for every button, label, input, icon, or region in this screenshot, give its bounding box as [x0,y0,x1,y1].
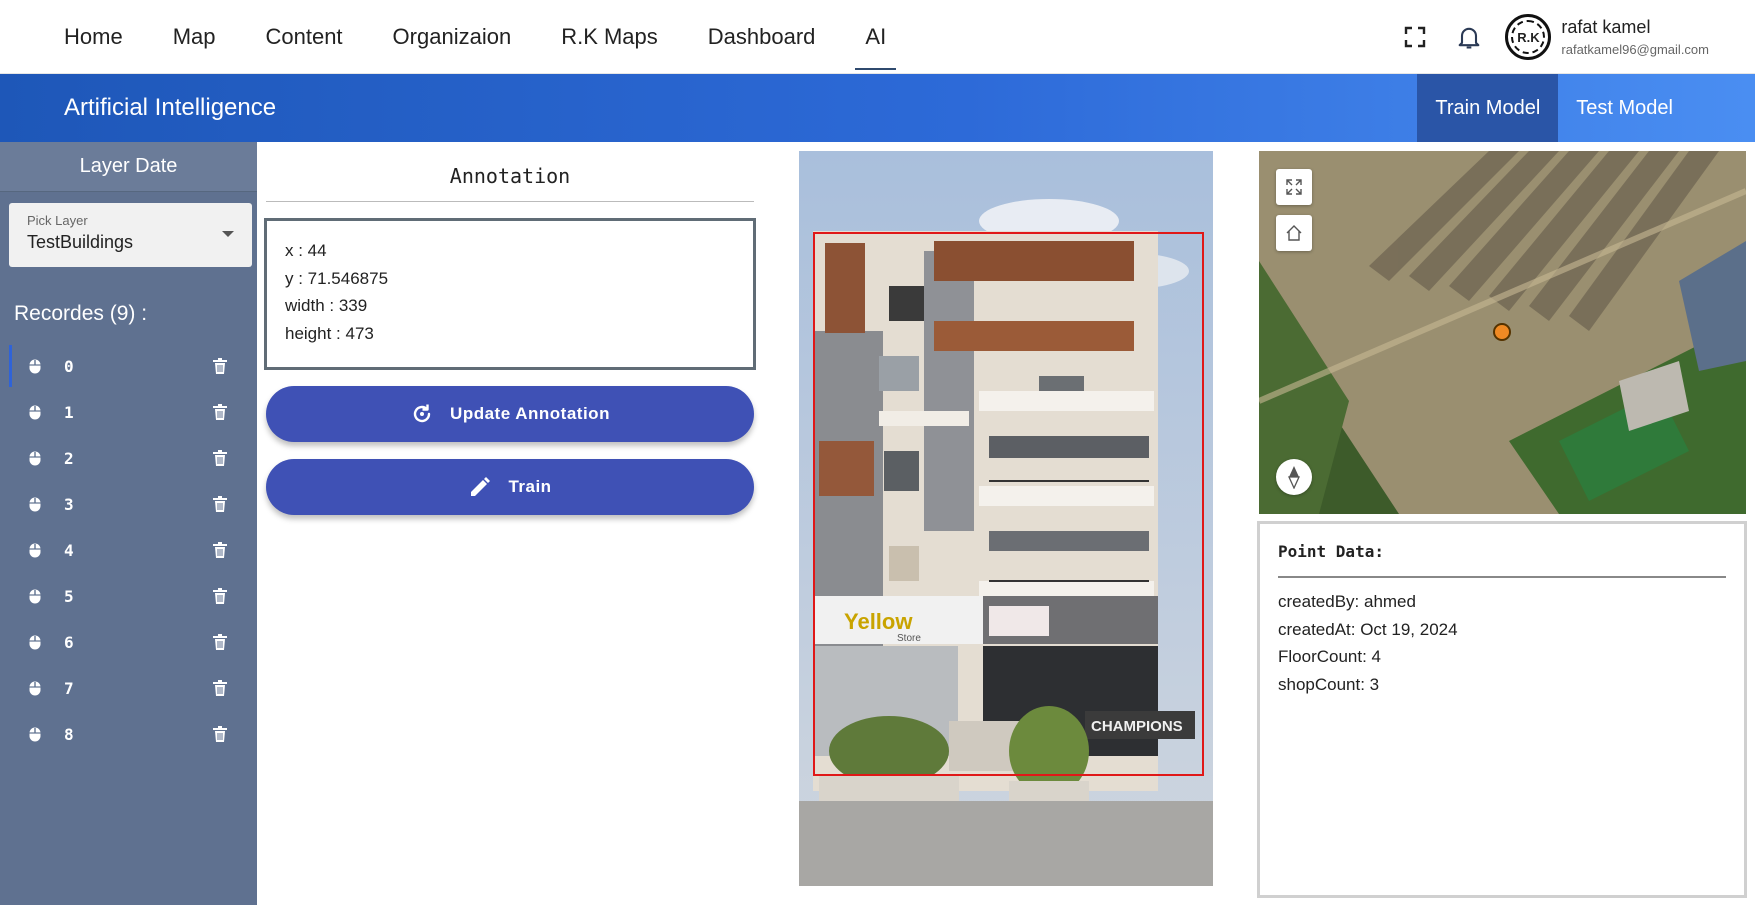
mouse-icon [29,451,41,466]
dropdown-arrow-icon [222,231,234,237]
record-label: 5 [64,586,74,606]
map-point-marker[interactable] [1493,323,1511,341]
bell-icon[interactable] [1451,19,1487,55]
avatar-initials: R.K [1517,29,1540,45]
trash-icon[interactable] [213,726,227,742]
trash-icon[interactable] [213,634,227,650]
trash-icon[interactable] [213,588,227,604]
yellow-store-sign: Yellow [844,609,913,634]
satellite-map[interactable] [1259,151,1746,514]
trash-icon[interactable] [213,680,227,696]
page-header: Artificial Intelligence Train Model Test… [0,74,1755,142]
mouse-icon [29,727,41,742]
record-item[interactable]: 2 [0,435,257,481]
nav-ai[interactable]: AI [845,0,906,74]
tab-test-model[interactable]: Test Model [1558,74,1755,142]
nav-map[interactable]: Map [153,0,236,74]
top-navbar: Home Map Content Organizaion R.K Maps Da… [0,0,1755,74]
nav-dashboard[interactable]: Dashboard [688,0,836,74]
compass-icon[interactable] [1276,459,1312,495]
records-title: Recordes (9) : [14,302,148,325]
trash-icon[interactable] [213,404,227,420]
record-label: 6 [64,632,74,652]
record-label: 8 [64,724,74,744]
record-item[interactable]: 6 [0,619,257,665]
record-item[interactable]: 4 [0,527,257,573]
yellow-store-subsign: Store [897,633,921,644]
point-floor-count: FloorCount: 4 [1278,647,1381,666]
records-list: 0 1 2 3 4 5 6 7 8 [0,343,257,757]
sidebar-title: Layer Date [0,142,257,192]
record-item[interactable]: 7 [0,665,257,711]
record-label: 1 [64,402,74,422]
user-info: rafat kamel rafatkamel96@gmail.com [1561,17,1709,57]
annotation-height: height : 473 [285,323,374,343]
mouse-icon [29,405,41,420]
annotation-title: Annotation [266,150,754,202]
building-photo[interactable]: Yellow Store CHAMPIONS [799,151,1213,886]
record-label: 3 [64,494,74,514]
tab-train-model[interactable]: Train Model [1417,74,1559,142]
trash-icon[interactable] [213,496,227,512]
trash-icon[interactable] [213,450,227,466]
mouse-icon [29,497,41,512]
record-label: 0 [64,356,74,376]
annotation-coordinates: x : 44 y : 71.546875 width : 339 height … [264,218,756,370]
nav-home[interactable]: Home [44,0,143,74]
building-image: Yellow Store CHAMPIONS [799,151,1213,886]
record-item[interactable]: 0 [0,343,257,389]
avatar[interactable]: R.K [1505,14,1552,60]
pick-layer-select[interactable]: Pick Layer TestBuildings [9,203,252,267]
point-shop-count: shopCount: 3 [1278,674,1380,694]
nav-organization[interactable]: Organizaion [373,0,532,74]
record-item[interactable]: 5 [0,573,257,619]
trash-icon[interactable] [213,542,227,558]
main-nav: Home Map Content Organizaion R.K Maps Da… [44,0,916,74]
point-data-list: createdBy: ahmed createdAt: Oct 19, 2024… [1278,592,1726,702]
trash-icon[interactable] [213,358,227,374]
user-email: rafatkamel96@gmail.com [1561,42,1709,57]
mouse-icon [29,589,41,604]
point-created-at: createdAt: Oct 19, 2024 [1278,619,1458,639]
pick-layer-label: Pick Layer [27,213,88,228]
record-item[interactable]: 3 [0,481,257,527]
point-data-panel: Point Data: createdBy: ahmed createdAt: … [1257,521,1747,898]
user-name: rafat kamel [1561,17,1651,37]
map-home-icon[interactable] [1276,215,1312,251]
refresh-icon [410,402,434,426]
train-label: Train [508,477,552,496]
update-annotation-button[interactable]: Update Annotation [266,386,754,442]
point-created-by: createdBy: ahmed [1278,592,1416,611]
annotation-x: x : 44 [285,241,327,260]
champions-sign: CHAMPIONS [1091,718,1183,735]
sidebar: Layer Date Pick Layer TestBuildings Reco… [0,142,257,905]
record-label: 7 [64,678,74,698]
record-item[interactable]: 1 [0,389,257,435]
pick-layer-value: TestBuildings [27,232,134,252]
record-label: 2 [64,448,74,468]
annotation-y: y : 71.546875 [285,268,389,288]
fullscreen-icon[interactable] [1397,19,1433,55]
page-title: Artificial Intelligence [64,94,277,121]
map-fullscreen-icon[interactable] [1276,169,1312,205]
mouse-icon [29,543,41,558]
record-label: 4 [64,540,74,560]
mouse-icon [29,681,41,696]
pencil-icon [468,475,492,499]
annotation-width: width : 339 [285,296,368,315]
train-button[interactable]: Train [266,459,754,515]
user-area: R.K rafat kamel rafatkamel96@gmail.com [1397,0,1755,74]
mouse-icon [29,635,41,650]
mouse-icon [29,359,41,374]
model-tabs: Train Model Test Model [1417,74,1755,142]
update-annotation-label: Update Annotation [450,404,610,423]
record-item[interactable]: 8 [0,711,257,757]
nav-rk-maps[interactable]: R.K Maps [541,0,678,74]
point-data-title: Point Data: [1278,538,1726,578]
nav-content[interactable]: Content [245,0,362,74]
